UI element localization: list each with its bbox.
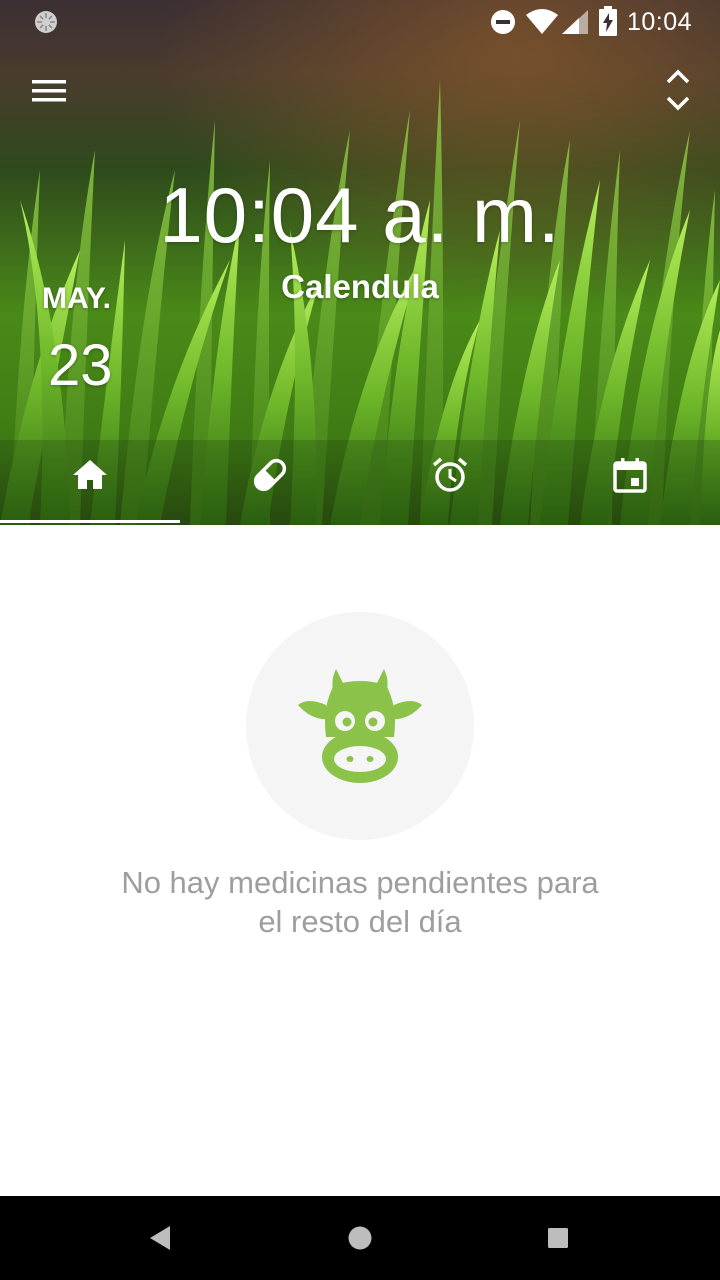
empty-state-circle: [246, 612, 474, 840]
header-banner: 10:04 10:04 a. m. Calendula MAY. 23: [0, 0, 720, 525]
main-content: No hay medicinas pendientes para el rest…: [0, 525, 720, 1196]
tab-home[interactable]: [0, 430, 180, 525]
sync-icon: [35, 11, 57, 33]
do-not-disturb-icon: [491, 10, 515, 34]
home-icon: [73, 459, 107, 489]
recents-icon[interactable]: [538, 1220, 578, 1256]
date-day: 23: [48, 333, 113, 398]
wifi-icon: [526, 9, 558, 34]
status-bar: 10:04: [0, 0, 720, 44]
system-nav-bar: [0, 1196, 720, 1280]
hamburger-menu-icon[interactable]: [28, 74, 70, 108]
status-time: 10:04: [626, 8, 692, 36]
empty-state-line-1: No hay medicinas pendientes para: [121, 865, 599, 900]
current-time: 10:04 a. m.: [159, 171, 561, 259]
signal-icon: [562, 10, 588, 34]
back-icon[interactable]: [140, 1220, 180, 1256]
empty-state-message: No hay medicinas pendientes para el rest…: [60, 863, 660, 941]
tab-medicines[interactable]: [180, 430, 360, 525]
tab-alarms[interactable]: [360, 430, 540, 525]
tab-indicator: [0, 520, 180, 523]
pill-icon: [253, 458, 287, 491]
date-month: MAY.: [42, 282, 111, 315]
tab-calendar[interactable]: [540, 430, 720, 525]
tab-bar: [0, 430, 720, 525]
home-circle-icon[interactable]: [340, 1220, 380, 1256]
app-screen: 10:04 10:04 a. m. Calendula MAY. 23 No h…: [0, 0, 720, 1280]
battery-charging-icon: [599, 6, 617, 36]
calendar-icon: [613, 457, 647, 493]
alarm-icon: [432, 457, 468, 492]
unfold-icon[interactable]: [660, 66, 696, 116]
cow-icon: [298, 669, 422, 783]
empty-state-line-2: el resto del día: [258, 904, 462, 939]
